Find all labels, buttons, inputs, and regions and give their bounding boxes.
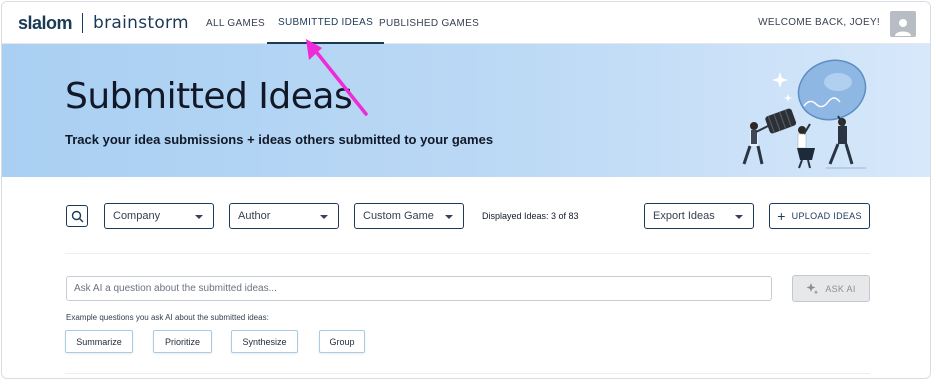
page-title: Submitted Ideas — [65, 76, 353, 117]
ask-ai-input[interactable] — [66, 276, 772, 301]
displayed-ideas-count: Displayed Ideas: 3 of 83 — [482, 211, 579, 221]
example-chip-group[interactable]: Group — [319, 330, 365, 353]
logo-divider — [82, 13, 84, 33]
company-select[interactable]: Company — [104, 203, 214, 229]
author-select[interactable]: Author — [229, 203, 339, 229]
user-avatar-icon[interactable] — [890, 11, 916, 37]
tab-submitted-ideas[interactable]: SUBMITTED IDEAS — [267, 2, 385, 44]
chip-label: Synthesize — [242, 336, 287, 347]
tab-label: PUBLISHED GAMES — [379, 17, 480, 29]
section-divider — [65, 253, 870, 254]
examples-label: Example questions you ask AI about the s… — [66, 313, 269, 322]
chip-label: Group — [329, 336, 355, 347]
company-select-label: Company — [113, 210, 161, 222]
tab-all-games[interactable]: ALL GAMES — [206, 2, 265, 44]
chevron-down-icon — [320, 215, 328, 219]
ask-ai-button[interactable]: ASK AI — [792, 275, 870, 302]
logo-brainstorm: brainstorm — [93, 13, 189, 33]
app-logo[interactable]: slalom brainstorm — [18, 13, 189, 33]
app-window: slalom brainstorm ALL GAMES SUBMITTED ID… — [1, 1, 931, 379]
export-ideas-select[interactable]: Export Ideas — [644, 203, 754, 229]
top-nav: slalom brainstorm ALL GAMES SUBMITTED ID… — [2, 2, 930, 44]
tab-label: SUBMITTED IDEAS — [278, 16, 374, 28]
chevron-down-icon — [445, 215, 453, 219]
export-ideas-label: Export Ideas — [653, 210, 715, 222]
welcome-message: WELCOME BACK, JOEY! — [758, 17, 880, 28]
chevron-down-icon — [735, 215, 743, 219]
hero-banner: Submitted Ideas Track your idea submissi… — [2, 44, 930, 177]
tab-published-games[interactable]: PUBLISHED GAMES — [379, 2, 479, 44]
tab-label: ALL GAMES — [206, 17, 266, 29]
plus-icon: + — [777, 208, 786, 224]
search-icon — [71, 210, 83, 222]
lightbulb-illustration — [742, 59, 867, 169]
ask-ai-label: ASK AI — [825, 283, 856, 294]
upload-ideas-button[interactable]: + UPLOAD IDEAS — [769, 203, 870, 229]
search-button[interactable] — [66, 205, 88, 227]
page-subtitle: Track your idea submissions + ideas othe… — [65, 132, 494, 147]
author-select-label: Author — [238, 210, 271, 222]
upload-ideas-label: UPLOAD IDEAS — [791, 211, 862, 221]
example-chip-synthesize[interactable]: Synthesize — [231, 330, 298, 353]
chip-label: Summarize — [76, 336, 122, 347]
section-divider — [65, 373, 870, 374]
ai-sparkle-icon — [806, 283, 819, 295]
example-chip-prioritize[interactable]: Prioritize — [153, 330, 212, 353]
chip-label: Prioritize — [164, 336, 200, 347]
example-chip-summarize[interactable]: Summarize — [65, 330, 133, 353]
game-select-label: Custom Game — [363, 210, 434, 222]
logo-slalom: slalom — [18, 12, 73, 33]
game-select[interactable]: Custom Game — [354, 203, 464, 229]
chevron-down-icon — [195, 215, 203, 219]
